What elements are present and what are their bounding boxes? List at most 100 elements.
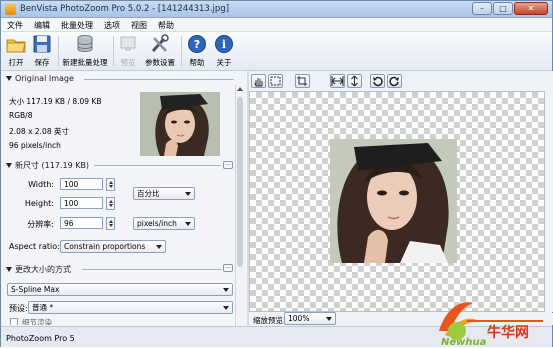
toolbar-separator — [58, 36, 59, 66]
preset-value: 普通 * — [32, 303, 54, 312]
rotate-right-icon — [389, 76, 399, 87]
rotate-left-button[interactable] — [370, 74, 385, 88]
settings-label: 参数设置 — [145, 58, 175, 67]
preset-select[interactable]: 普通 * — [28, 301, 233, 314]
width-input[interactable]: 100 — [60, 178, 103, 190]
floppy-disk-icon — [31, 34, 53, 54]
menu-help[interactable]: 帮助 — [152, 18, 179, 31]
scroll-up-arrow-icon[interactable] — [237, 87, 243, 91]
original-image-header: Original Image — [15, 74, 74, 83]
algorithm-select[interactable]: S-Spline Max — [7, 283, 233, 296]
collapse-triangle-icon — [6, 163, 12, 168]
detail-checkbox[interactable] — [10, 318, 18, 325]
resolution-unit-value: pixels/inch — [137, 219, 177, 228]
hand-icon — [254, 78, 263, 87]
settings-panel: Original Image 大小 117.19 KB / 8.09 KB RG… — [2, 71, 247, 325]
rotate-right-button[interactable] — [387, 74, 402, 88]
app-window: BenVista PhotoZoom Pro 5.0.2 - [14124431… — [0, 0, 553, 348]
new-batch-label: 新建批量处理 — [62, 58, 108, 67]
new-size-more-button[interactable]: ... — [223, 161, 233, 169]
preview-vertical-scrollbar[interactable] — [545, 91, 553, 312]
aspect-ratio-select[interactable]: Constrain proportions — [60, 240, 166, 253]
watermark-text: 牛华网 — [487, 324, 529, 341]
resolution-input[interactable]: 96 — [60, 217, 103, 229]
svg-text:?: ? — [194, 38, 200, 51]
original-thumbnail — [140, 92, 220, 156]
section-divider — [82, 269, 221, 270]
help-icon: ? — [186, 34, 208, 54]
resolution-unit-select[interactable]: pixels/inch — [133, 217, 195, 230]
resolution-stepper[interactable] — [106, 217, 115, 230]
zoom-preview-label: 缩放预览: — [253, 316, 286, 325]
fit-height-button[interactable] — [347, 74, 362, 88]
open-button[interactable]: 打开 — [4, 34, 28, 68]
new-size-section[interactable]: 新尺寸 (117.19 KB) — [6, 160, 89, 171]
collapse-triangle-icon — [6, 267, 12, 272]
maximize-button[interactable]: □ — [493, 2, 513, 15]
height-label: Height: — [24, 199, 54, 208]
menu-view[interactable]: 视图 — [125, 18, 152, 31]
watermark-logo: 牛华网 Newhua — [431, 291, 553, 348]
preview-label: 预览 — [120, 58, 136, 67]
tools-icon — [149, 34, 171, 54]
about-button[interactable]: i 关于 — [212, 34, 236, 68]
size-unit-select[interactable]: 百分比 — [133, 187, 195, 200]
select-tool-button[interactable] — [268, 74, 283, 88]
menu-batch[interactable]: 批量处理 — [55, 18, 98, 31]
crop-icon — [297, 76, 307, 86]
menu-edit[interactable]: 编辑 — [28, 18, 55, 31]
save-label: 保存 — [34, 58, 50, 67]
zoom-value: 100% — [288, 314, 310, 323]
settings-scrollbar[interactable] — [235, 85, 244, 333]
minimize-button[interactable]: – — [472, 2, 492, 15]
menu-file[interactable]: 文件 — [1, 18, 28, 31]
toolbar-separator — [181, 36, 182, 66]
section-divider — [94, 165, 221, 166]
selection-icon — [270, 76, 281, 86]
size-unit-value: 百分比 — [137, 189, 160, 198]
help-label: 帮助 — [189, 58, 205, 67]
new-size-header: 新尺寸 (117.19 KB) — [15, 161, 90, 170]
zoom-select[interactable]: 100% — [284, 312, 336, 325]
menu-options[interactable]: 选项 — [98, 18, 125, 31]
file-size-text: 大小 117.19 KB / 8.09 KB — [9, 97, 102, 106]
help-button[interactable]: ? 帮助 — [185, 34, 209, 68]
status-text: PhotoZoom Pro 5 — [6, 334, 75, 343]
svg-text:i: i — [222, 38, 226, 51]
width-stepper[interactable] — [106, 178, 115, 191]
chevron-down-icon — [156, 245, 162, 249]
chevron-down-icon — [185, 222, 191, 226]
preview-button[interactable]: 预览 — [116, 34, 140, 68]
rotate-left-icon — [373, 76, 383, 87]
title-bar: BenVista PhotoZoom Pro 5.0.2 - [14124431… — [1, 1, 552, 18]
fit-width-button[interactable] — [330, 74, 345, 88]
about-label: 关于 — [216, 58, 232, 67]
crop-tool-button[interactable] — [295, 74, 310, 88]
chevron-down-icon — [223, 288, 229, 292]
preview-canvas[interactable] — [249, 91, 545, 312]
new-batch-button[interactable]: 新建批量处理 — [61, 34, 109, 68]
settings-button[interactable]: 参数设置 — [142, 34, 178, 68]
open-label: 打开 — [8, 58, 24, 67]
window-title: BenVista PhotoZoom Pro 5.0.2 - [14124431… — [20, 4, 230, 14]
resize-method-section[interactable]: 更改大小的方式 — [6, 264, 71, 275]
scrollbar-thumb[interactable] — [237, 97, 243, 267]
algorithm-value: S-Spline Max — [11, 285, 60, 294]
toolbar-separator — [113, 36, 114, 66]
menu-bar: 文件 编辑 批量处理 选项 视图 帮助 — [1, 18, 552, 32]
chevron-down-icon — [326, 317, 332, 321]
original-image-section[interactable]: Original Image — [6, 74, 74, 83]
resolution-label: 分辨率: — [27, 220, 54, 229]
detail-checkbox-label: 细节渲染 — [22, 318, 52, 325]
height-stepper[interactable] — [106, 197, 115, 210]
preview-icon — [117, 34, 139, 54]
chevron-down-icon — [185, 192, 191, 196]
watermark-site: Newhua — [441, 337, 487, 347]
save-button[interactable]: 保存 — [30, 34, 54, 68]
resize-method-more-button[interactable]: ... — [223, 264, 233, 272]
close-button[interactable]: ✕ — [514, 2, 548, 15]
color-mode-text: RGB/8 — [9, 111, 33, 120]
pan-tool-button[interactable] — [251, 74, 266, 88]
section-divider — [84, 79, 234, 80]
height-input[interactable]: 100 — [60, 197, 103, 209]
